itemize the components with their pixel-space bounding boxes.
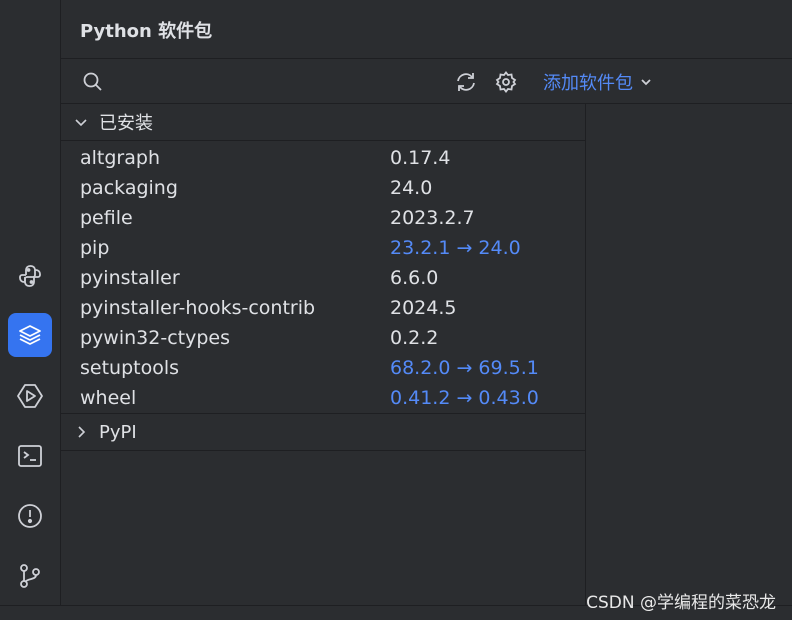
add-package-dropdown[interactable]: 添加软件包	[543, 69, 653, 95]
package-name: pip	[80, 237, 110, 259]
package-name: wheel	[80, 387, 137, 409]
package-row[interactable]: pip 23.2.1 → 24.0	[61, 233, 585, 263]
package-list: 已安装 altgraph 0.17.4 packaging 24.0 pefil…	[61, 104, 586, 619]
search-icon[interactable]	[81, 70, 105, 94]
version-control-button[interactable]	[8, 554, 52, 598]
package-row[interactable]: altgraph 0.17.4	[61, 143, 585, 173]
run-icon	[17, 384, 43, 408]
package-row[interactable]: pywin32-ctypes 0.2.2	[61, 323, 585, 353]
package-row[interactable]: pyinstaller 6.6.0	[61, 263, 585, 293]
installed-group-label: 已安装	[99, 113, 153, 134]
package-name: altgraph	[80, 147, 160, 169]
package-version: 0.2.2	[390, 327, 439, 349]
package-row[interactable]: packaging 24.0	[61, 173, 585, 203]
package-row[interactable]: pefile 2023.2.7	[61, 203, 585, 233]
git-icon	[20, 564, 40, 588]
python-icon	[19, 265, 41, 287]
panel-title: Python 软件包	[80, 21, 213, 42]
packages-icon	[19, 325, 41, 345]
package-version: 2024.5	[390, 297, 457, 319]
packages-toolbar: 添加软件包	[61, 59, 792, 104]
package-name: packaging	[80, 177, 178, 199]
pypi-group-label: PyPI	[99, 421, 137, 443]
package-version-upgrade[interactable]: 0.41.2 → 0.43.0	[390, 387, 539, 409]
add-package-label: 添加软件包	[543, 73, 633, 94]
installed-group-header[interactable]: 已安装	[61, 104, 585, 141]
package-name: setuptools	[80, 357, 180, 379]
pypi-group-header[interactable]: PyPI	[61, 414, 585, 451]
package-version: 6.6.0	[390, 267, 439, 289]
package-row[interactable]: setuptools 68.2.0 → 69.5.1	[61, 353, 585, 383]
terminal-icon	[18, 445, 42, 467]
package-version: 2023.2.7	[390, 207, 475, 229]
package-version: 24.0	[390, 177, 433, 199]
services-button[interactable]	[8, 374, 52, 418]
tool-window-strip	[0, 0, 61, 619]
watermark: CSDN @学编程的菜恐龙	[586, 593, 776, 613]
problems-button[interactable]	[8, 494, 52, 538]
python-console-button[interactable]	[8, 254, 52, 298]
installed-package-rows: altgraph 0.17.4 packaging 24.0 pefile 20…	[61, 141, 585, 414]
chevron-down-icon	[75, 119, 87, 127]
package-row[interactable]: pyinstaller-hooks-contrib 2024.5	[61, 293, 585, 323]
package-row[interactable]: wheel 0.41.2 → 0.43.0	[61, 383, 585, 413]
problems-icon	[18, 504, 42, 528]
python-packages-button[interactable]	[8, 313, 52, 357]
panel-header: Python 软件包	[61, 0, 792, 59]
chevron-down-icon	[641, 79, 651, 86]
gear-icon[interactable]	[494, 70, 518, 94]
package-version-upgrade[interactable]: 68.2.0 → 69.5.1	[390, 357, 539, 379]
package-name: pyinstaller-hooks-contrib	[80, 297, 316, 319]
package-version-upgrade[interactable]: 23.2.1 → 24.0	[390, 237, 521, 259]
package-name: pyinstaller	[80, 267, 180, 289]
package-version: 0.17.4	[390, 147, 451, 169]
terminal-button[interactable]	[8, 434, 52, 478]
chevron-right-icon	[78, 426, 86, 438]
refresh-icon[interactable]	[454, 70, 478, 94]
package-name: pefile	[80, 207, 133, 229]
package-name: pywin32-ctypes	[80, 327, 230, 349]
